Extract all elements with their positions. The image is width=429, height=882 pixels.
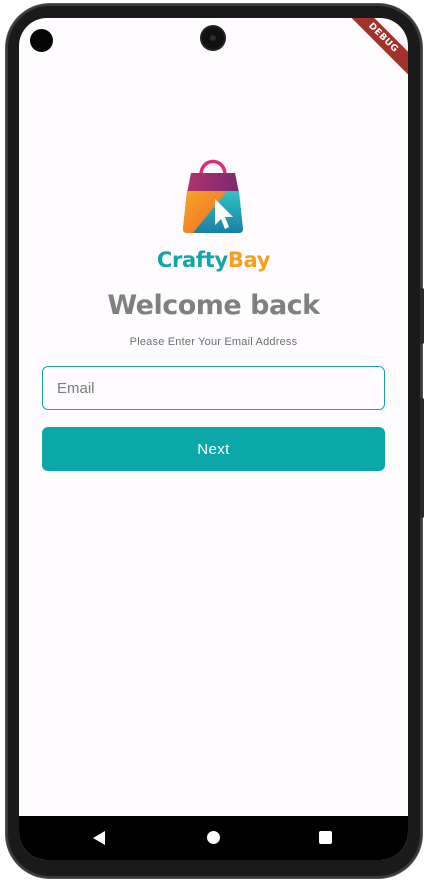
punch-hole-camera-icon bbox=[30, 29, 53, 52]
volume-button bbox=[420, 288, 424, 344]
brand-wordmark: CraftyBay bbox=[19, 248, 408, 272]
brand-name-part1: Crafty bbox=[156, 248, 228, 272]
home-icon[interactable] bbox=[207, 831, 220, 844]
app-screen: DEBUG CraftyBay Welcome back Please Ente… bbox=[19, 18, 408, 860]
page-subtitle: Please Enter Your Email Address bbox=[129, 336, 298, 348]
debug-banner: DEBUG bbox=[338, 18, 408, 83]
back-icon[interactable] bbox=[93, 831, 105, 845]
recent-apps-icon[interactable] bbox=[319, 831, 332, 844]
shopping-bag-logo-icon bbox=[183, 159, 243, 233]
brand-name-part2: Bay bbox=[227, 248, 271, 272]
email-field[interactable] bbox=[42, 366, 385, 410]
system-nav-bar bbox=[19, 816, 408, 860]
front-camera-icon bbox=[202, 27, 224, 49]
page-title: Welcome back bbox=[107, 290, 320, 321]
next-button[interactable]: Next bbox=[42, 427, 385, 471]
power-button bbox=[420, 398, 424, 518]
